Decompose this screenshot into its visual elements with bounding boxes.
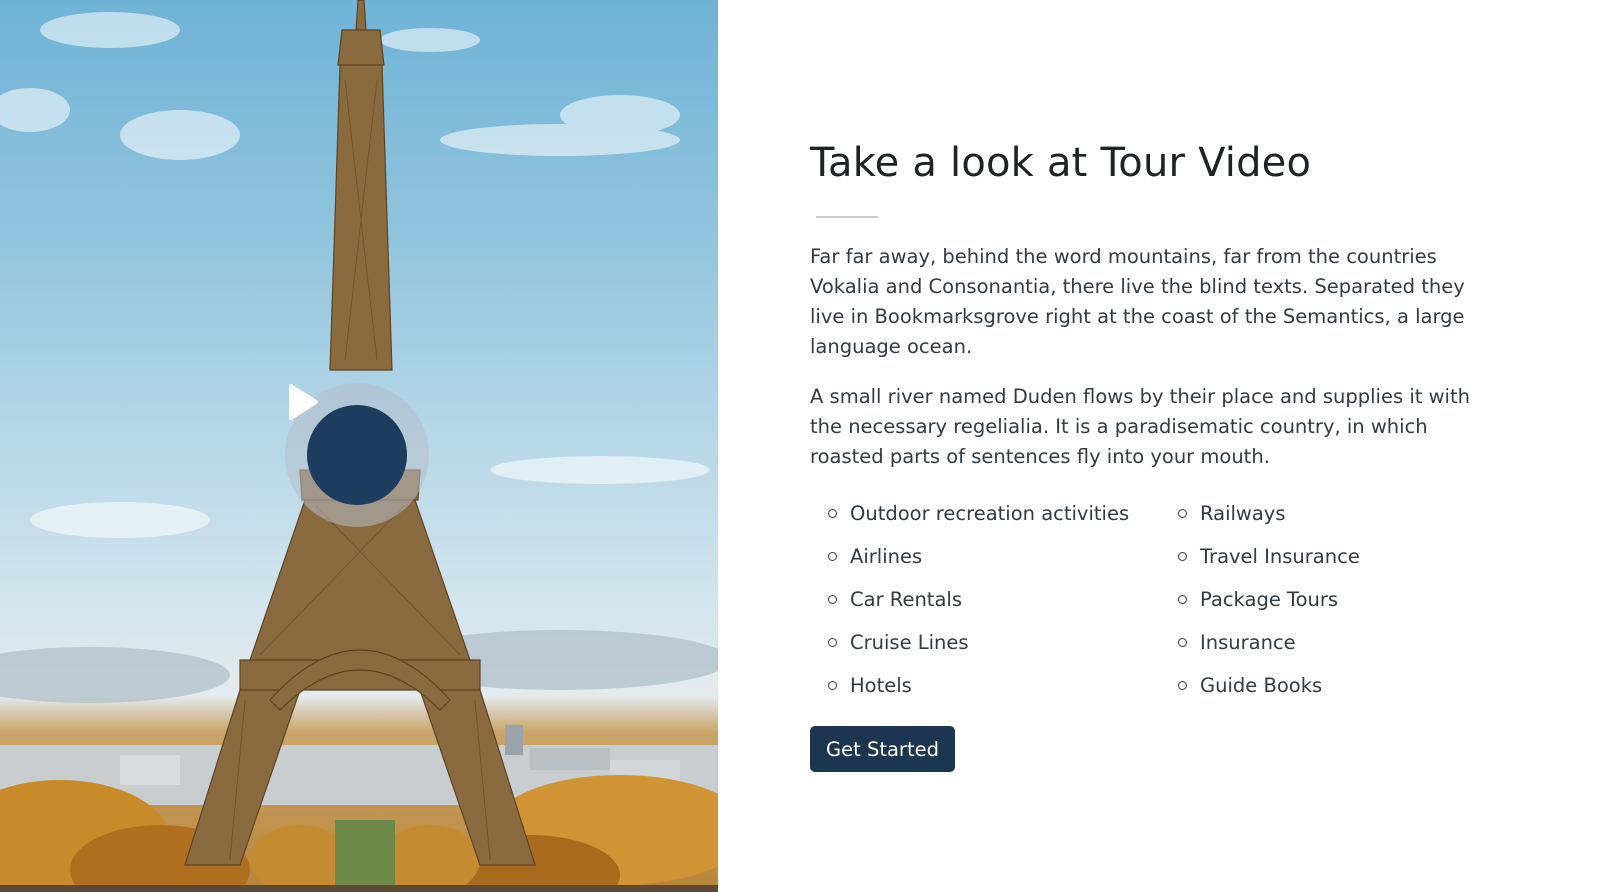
- section-title: Take a look at Tour Video: [810, 140, 1312, 186]
- get-started-button[interactable]: Get Started: [810, 726, 955, 772]
- title-divider: [816, 216, 878, 218]
- list-item: Cruise Lines: [828, 631, 1160, 674]
- list-item: Outdoor recreation activities: [828, 502, 1160, 545]
- play-video-button[interactable]: [285, 383, 429, 527]
- paragraph-text: A small river named Duden flows by their…: [810, 385, 1470, 468]
- list-item: Airlines: [828, 545, 1160, 588]
- list-item: Insurance: [1178, 631, 1510, 674]
- description-paragraph-1: Far far away, behind the word mountains,…: [810, 242, 1510, 362]
- paragraph-text: Far far away, behind the word mountains,…: [810, 245, 1465, 358]
- feature-list-left: Outdoor recreation activities Airlines C…: [810, 502, 1160, 717]
- list-item: Hotels: [828, 674, 1160, 717]
- list-item: Package Tours: [1178, 588, 1510, 631]
- feature-list-right: Railways Travel Insurance Package Tours …: [1160, 502, 1510, 717]
- play-icon: [289, 384, 318, 420]
- feature-lists: Outdoor recreation activities Airlines C…: [810, 502, 1510, 717]
- description-paragraph-2: A small river named Duden flows by their…: [810, 382, 1510, 472]
- list-item: Car Rentals: [828, 588, 1160, 631]
- play-button-circle[interactable]: [289, 384, 407, 505]
- tour-content: Take a look at Tour Video Far far away, …: [810, 140, 1510, 772]
- list-item: Railways: [1178, 502, 1510, 545]
- tour-video-image: [0, 0, 718, 892]
- list-item: Guide Books: [1178, 674, 1510, 717]
- list-item: Travel Insurance: [1178, 545, 1510, 588]
